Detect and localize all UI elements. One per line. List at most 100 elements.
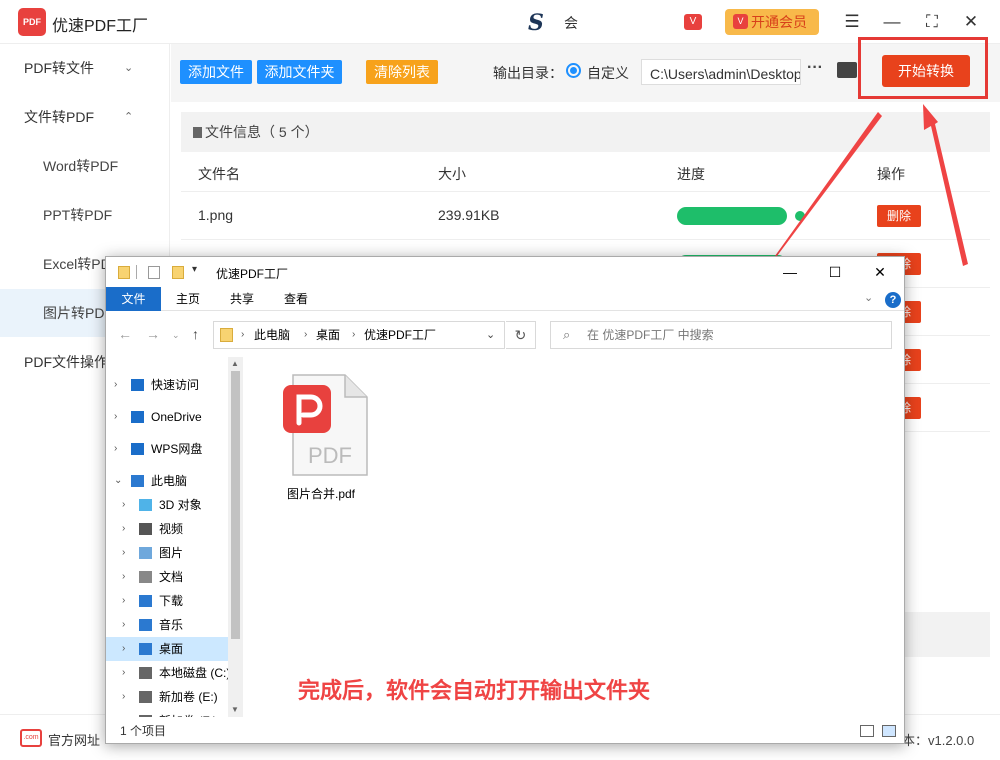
explorer-ribbon: 文件 主页 共享 查看 ⌄ ?: [106, 287, 904, 311]
vip-icon[interactable]: V: [684, 14, 702, 30]
col-action: 操作: [877, 166, 905, 182]
folder-icon[interactable]: [837, 62, 857, 78]
nav-item[interactable]: ⌄ 此电脑: [106, 469, 228, 493]
drive-icon: [139, 715, 152, 717]
chevron-up-icon: ⌃: [124, 111, 134, 123]
row-size: 239.91KB: [438, 207, 500, 223]
nav-item[interactable]: › 本地磁盘 (C:): [106, 661, 231, 685]
add-file-button[interactable]: 添加文件: [180, 60, 252, 84]
custom-radio-label: 自定义: [587, 65, 629, 81]
chevron-right-icon[interactable]: ›: [122, 517, 125, 541]
nav-item[interactable]: › 音乐: [106, 613, 228, 637]
website-link[interactable]: 官方网址: [48, 730, 100, 749]
output-path-input[interactable]: C:\Users\admin\Desktop\优速PDF工厂: [641, 59, 801, 85]
nav-item-label: 新加卷 (E:): [159, 690, 218, 704]
col-progress: 进度: [677, 166, 705, 182]
chevron-right-icon[interactable]: ›: [122, 493, 125, 517]
chevron-right-icon[interactable]: ›: [114, 437, 117, 461]
details-view-icon[interactable]: [860, 725, 874, 737]
nav-item[interactable]: › OneDrive: [106, 405, 228, 429]
breadcrumb-desktop[interactable]: 桌面: [316, 322, 340, 348]
pdf-file-icon[interactable]: PDF: [283, 371, 369, 479]
maximize-icon[interactable]: ⛶: [920, 10, 944, 34]
breadcrumb-this-pc[interactable]: 此电脑: [254, 322, 290, 348]
vip-button[interactable]: V 开通会员: [725, 9, 819, 35]
menu-icon[interactable]: ☰: [840, 10, 864, 34]
sidebar-item-pdf-to-file[interactable]: PDF转文件 ⌄: [0, 44, 170, 92]
recent-dropdown-icon[interactable]: ⌄: [172, 330, 180, 341]
custom-radio[interactable]: [566, 63, 581, 78]
file-name-label[interactable]: 图片合并.pdf: [287, 485, 355, 502]
chevron-right-icon[interactable]: ›: [122, 685, 125, 709]
sidebar-item-file-to-pdf[interactable]: 文件转PDF ⌃: [0, 93, 170, 141]
chevron-right-icon[interactable]: ›: [122, 541, 125, 565]
website-icon[interactable]: .com: [20, 729, 42, 747]
ribbon-expand-icon[interactable]: ⌄: [864, 291, 873, 304]
tab-share[interactable]: 共享: [224, 287, 260, 311]
quick-access-dropdown-icon[interactable]: ▾: [192, 264, 197, 275]
chevron-down-icon[interactable]: ⌄: [114, 469, 122, 493]
minimize-icon[interactable]: —: [880, 10, 904, 34]
nav-item[interactable]: › 图片: [106, 541, 228, 565]
help-icon[interactable]: ?: [885, 292, 901, 308]
breadcrumb-folder[interactable]: 优速PDF工厂: [364, 322, 436, 348]
large-icons-view-icon[interactable]: [882, 725, 896, 737]
address-bar[interactable]: › 此电脑 › 桌面 › 优速PDF工厂 ⌄: [213, 321, 505, 349]
clear-list-button[interactable]: 清除列表: [366, 60, 438, 84]
music-icon: [139, 619, 152, 631]
complete-status-icon: [795, 211, 805, 221]
close-icon[interactable]: ✕: [959, 10, 983, 34]
refresh-icon[interactable]: ↻: [506, 321, 536, 349]
back-icon[interactable]: ←: [118, 326, 132, 342]
minimize-icon[interactable]: —: [770, 261, 810, 283]
tab-file[interactable]: 文件: [106, 287, 161, 311]
new-folder-icon[interactable]: [172, 266, 184, 279]
desktop-icon: [139, 643, 152, 655]
more-icon[interactable]: ···: [807, 59, 823, 77]
nav-item-label: 新加卷 (F:): [159, 709, 217, 717]
nav-item[interactable]: › 3D 对象: [106, 493, 228, 517]
tab-view[interactable]: 查看: [278, 287, 314, 311]
table-row: 1.png 239.91KB 删除: [181, 192, 990, 240]
chevron-right-icon[interactable]: ›: [122, 613, 125, 637]
nav-item[interactable]: › 下载: [106, 589, 228, 613]
vip-button-label: 开通会员: [751, 14, 807, 30]
nav-item-label: 3D 对象: [159, 498, 202, 512]
nav-item[interactable]: › 快速访问: [106, 373, 228, 397]
delete-button[interactable]: 删除: [877, 205, 921, 227]
brand-logo-icon: S: [528, 10, 544, 36]
file-explorer-window: ▾ 优速PDF工厂 — ☐ ✕ 文件 主页 共享 查看 ⌄ ? ← → ⌄ ↑ …: [105, 256, 905, 744]
nav-item[interactable]: › 新加卷 (E:): [106, 685, 228, 709]
close-icon[interactable]: ✕: [860, 261, 900, 283]
nav-item[interactable]: › 新加卷 (F:): [106, 709, 228, 717]
nav-item-label: 本地磁盘 (C:): [159, 666, 231, 680]
table-footer: [905, 612, 990, 657]
search-input[interactable]: ⌕ 在 优速PDF工厂 中搜索: [550, 321, 892, 349]
start-convert-button[interactable]: 开始转换: [882, 55, 970, 87]
nav-item[interactable]: › 视频: [106, 517, 228, 541]
chevron-right-icon[interactable]: ›: [122, 589, 125, 613]
chevron-right-icon[interactable]: ›: [114, 405, 117, 429]
app-title: 优速PDF工厂: [52, 18, 149, 35]
up-icon[interactable]: ↑: [192, 326, 199, 342]
sidebar-item-ppt-to-pdf[interactable]: PPT转PDF: [0, 191, 170, 239]
chevron-right-icon[interactable]: ›: [114, 373, 117, 397]
chevron-right-icon[interactable]: ›: [122, 661, 125, 685]
nav-item[interactable]: › WPS网盘: [106, 437, 228, 461]
maximize-icon[interactable]: ☐: [815, 261, 855, 283]
chevron-right-icon[interactable]: ›: [122, 709, 125, 717]
row-filename: 1.png: [198, 207, 234, 223]
sidebar-item-word-to-pdf[interactable]: Word转PDF: [0, 142, 170, 190]
forward-icon[interactable]: →: [146, 326, 160, 342]
nav-item[interactable]: › 桌面: [106, 637, 228, 661]
chevron-right-icon[interactable]: ›: [122, 565, 125, 589]
nav-scrollbar[interactable]: ▲ ▼: [228, 357, 243, 717]
address-dropdown-icon[interactable]: ⌄: [486, 322, 495, 348]
chevron-right-icon[interactable]: ›: [122, 637, 125, 661]
nav-item[interactable]: › 文档: [106, 565, 228, 589]
properties-icon[interactable]: [148, 266, 160, 279]
navigation-pane: › 快速访问 › OneDrive › WPS网盘 ⌄ 此电脑 › 3D 对象 › 视频 › 图片 › 文档 ›…: [106, 357, 243, 717]
tab-home[interactable]: 主页: [170, 287, 206, 311]
explorer-status-bar: 1 个项目: [106, 719, 904, 743]
add-folder-button[interactable]: 添加文件夹: [257, 60, 342, 84]
